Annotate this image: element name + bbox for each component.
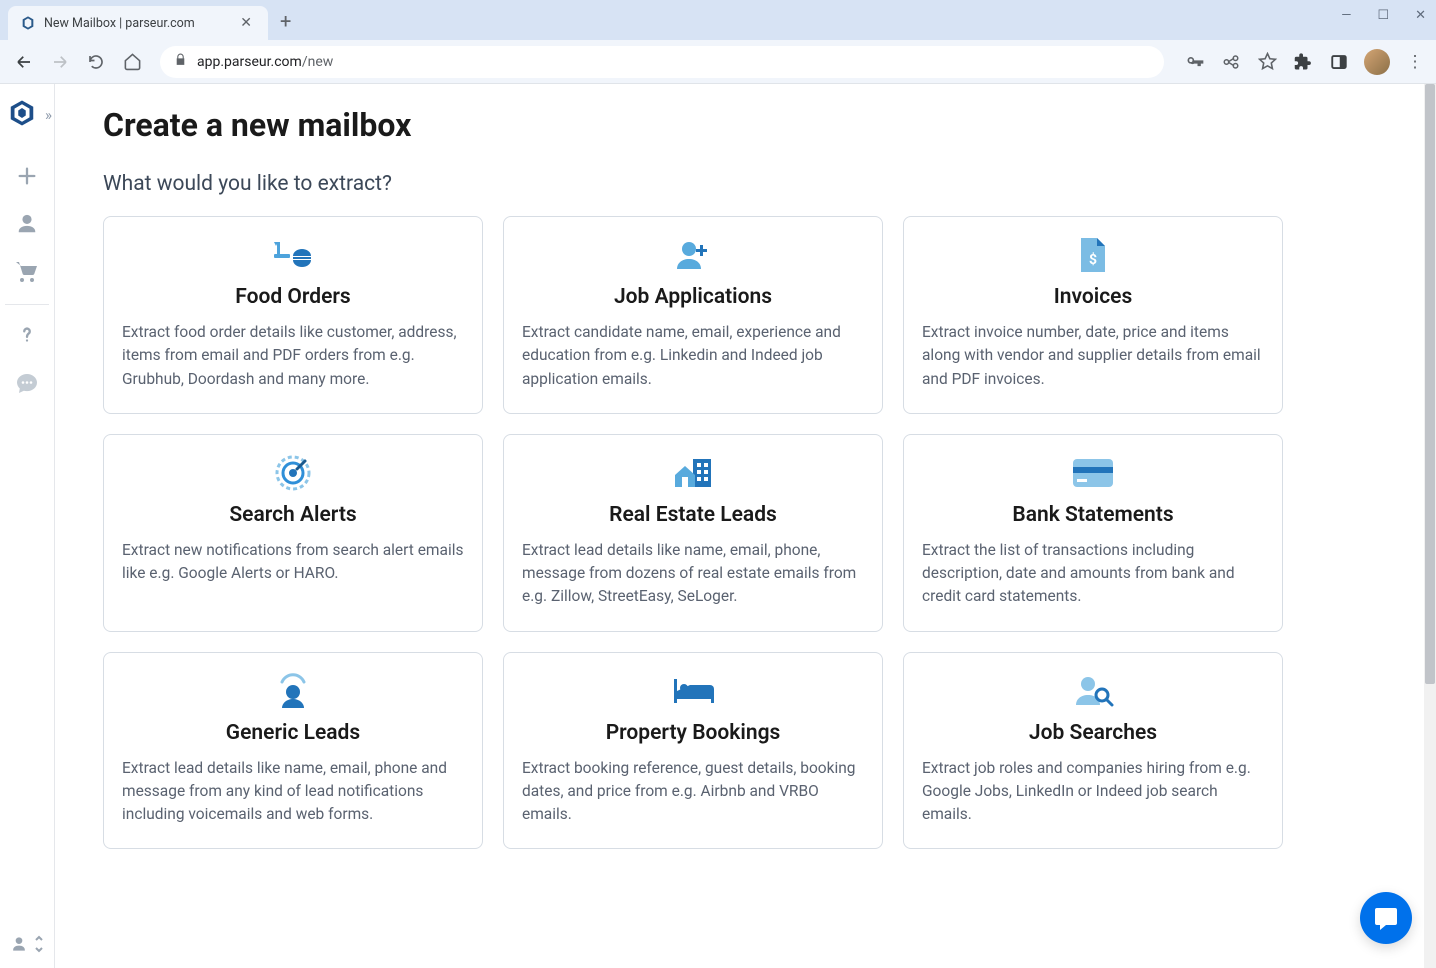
page-subtitle: What would you like to extract? xyxy=(103,172,1396,196)
tab-close-icon[interactable]: ✕ xyxy=(236,15,256,31)
card-generic-leads[interactable]: Generic Leads Extract lead details like … xyxy=(103,652,483,850)
card-desc: Extract new notifications from search al… xyxy=(122,539,464,586)
intercom-chat-button[interactable] xyxy=(1360,892,1412,944)
new-tab-button[interactable]: + xyxy=(280,9,291,33)
extensions-icon[interactable] xyxy=(1292,51,1314,73)
chat-icon[interactable] xyxy=(7,363,47,403)
card-bank-statements[interactable]: Bank Statements Extract the list of tran… xyxy=(903,434,1283,632)
mailbox-type-grid: Food Orders Extract food order details l… xyxy=(103,216,1283,849)
card-title: Generic Leads xyxy=(122,721,464,745)
card-desc: Extract invoice number, date, price and … xyxy=(922,321,1264,391)
sidebar: » xyxy=(0,84,55,968)
card-title: Property Bookings xyxy=(522,721,864,745)
card-title: Job Applications xyxy=(522,285,864,309)
card-desc: Extract lead details like name, email, p… xyxy=(522,539,864,609)
reload-button[interactable] xyxy=(82,48,110,76)
browser-menu-icon[interactable]: ⋮ xyxy=(1404,51,1426,73)
search-alert-icon xyxy=(122,453,464,493)
page-title: Create a new mailbox xyxy=(103,106,1396,144)
card-job-searches[interactable]: Job Searches Extract job roles and compa… xyxy=(903,652,1283,850)
forward-button[interactable] xyxy=(46,48,74,76)
add-mailbox-button[interactable] xyxy=(7,156,47,196)
window-minimize-icon[interactable]: ― xyxy=(1341,8,1351,23)
card-property-bookings[interactable]: Property Bookings Extract booking refere… xyxy=(503,652,883,850)
window-maximize-icon[interactable]: ☐ xyxy=(1377,8,1389,23)
real-estate-icon xyxy=(522,453,864,493)
card-desc: Extract the list of transactions includi… xyxy=(922,539,1264,609)
svg-text:$: $ xyxy=(1089,251,1097,268)
card-title: Food Orders xyxy=(122,285,464,309)
lock-icon xyxy=(174,53,187,70)
generic-lead-icon xyxy=(122,671,464,711)
share-icon[interactable] xyxy=(1220,51,1242,73)
side-panel-icon[interactable] xyxy=(1328,51,1350,73)
card-desc: Extract candidate name, email, experienc… xyxy=(522,321,864,391)
browser-tab[interactable]: New Mailbox | parseur.com ✕ xyxy=(8,6,268,40)
home-button[interactable] xyxy=(118,48,146,76)
tab-favicon xyxy=(20,15,36,31)
sidebar-divider xyxy=(5,304,49,305)
expand-sidebar-icon[interactable]: » xyxy=(45,106,47,124)
card-desc: Extract job roles and companies hiring f… xyxy=(922,757,1264,827)
browser-toolbar: app.parseur.com/new ⋮ xyxy=(0,40,1436,84)
invoice-icon: $ xyxy=(922,235,1264,275)
back-button[interactable] xyxy=(10,48,38,76)
card-job-applications[interactable]: Job Applications Extract candidate name,… xyxy=(503,216,883,414)
window-close-icon[interactable]: ✕ xyxy=(1415,8,1426,23)
card-desc: Extract food order details like customer… xyxy=(122,321,464,391)
card-desc: Extract booking reference, guest details… xyxy=(522,757,864,827)
user-switcher[interactable] xyxy=(9,934,45,954)
food-icon xyxy=(122,235,464,275)
password-key-icon[interactable] xyxy=(1184,51,1206,73)
address-bar[interactable]: app.parseur.com/new xyxy=(160,46,1164,78)
url-path: /new xyxy=(302,54,333,70)
bank-icon xyxy=(922,453,1264,493)
card-title: Real Estate Leads xyxy=(522,503,864,527)
card-title: Search Alerts xyxy=(122,503,464,527)
scrollbar[interactable] xyxy=(1424,84,1436,968)
profile-avatar[interactable] xyxy=(1364,49,1390,75)
main-content: Create a new mailbox What would you like… xyxy=(55,84,1436,968)
browser-tab-strip: New Mailbox | parseur.com ✕ + ― ☐ ✕ xyxy=(0,0,1436,40)
help-icon[interactable] xyxy=(7,315,47,355)
bookmark-star-icon[interactable] xyxy=(1256,51,1278,73)
card-invoices[interactable]: $ Invoices Extract invoice number, date,… xyxy=(903,216,1283,414)
app-logo-icon[interactable] xyxy=(7,98,37,132)
card-title: Job Searches xyxy=(922,721,1264,745)
card-title: Bank Statements xyxy=(922,503,1264,527)
card-desc: Extract lead details like name, email, p… xyxy=(122,757,464,827)
account-icon[interactable] xyxy=(7,204,47,244)
card-title: Invoices xyxy=(922,285,1264,309)
tab-title: New Mailbox | parseur.com xyxy=(44,16,228,31)
card-real-estate-leads[interactable]: Real Estate Leads Extract lead details l… xyxy=(503,434,883,632)
cart-icon[interactable] xyxy=(7,252,47,292)
card-search-alerts[interactable]: Search Alerts Extract new notifications … xyxy=(103,434,483,632)
url-domain: app.parseur.com xyxy=(197,54,302,70)
job-application-icon xyxy=(522,235,864,275)
booking-icon xyxy=(522,671,864,711)
scrollbar-thumb[interactable] xyxy=(1425,84,1435,684)
card-food-orders[interactable]: Food Orders Extract food order details l… xyxy=(103,216,483,414)
job-search-icon xyxy=(922,671,1264,711)
